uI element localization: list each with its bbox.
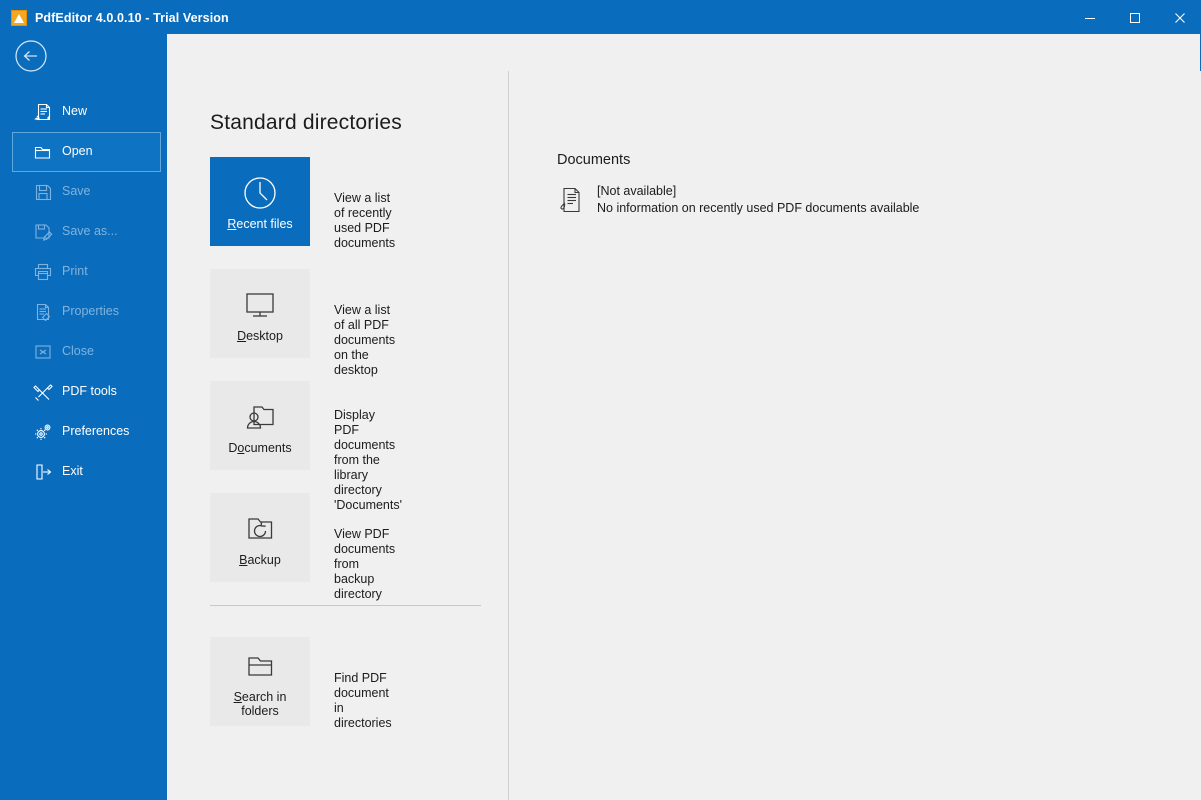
tile-search-in-folders[interactable]: Search in folders <box>210 637 310 726</box>
sidebar-item-close: Close <box>12 332 161 372</box>
sidebar-item-properties: Properties <box>12 292 161 332</box>
tile-description: View PDF documents from backup directory <box>334 527 396 601</box>
sidebar-item-save-as: Save as... <box>12 212 161 252</box>
maximize-icon <box>1129 12 1140 23</box>
maximize-button[interactable] <box>1112 1 1157 34</box>
tile-description: View a list of recently used PDF documen… <box>334 191 396 250</box>
sidebar-item-label: New <box>62 104 88 119</box>
printer-icon <box>32 261 54 283</box>
properties-icon <box>32 301 54 323</box>
tile-desktop[interactable]: Desktop <box>210 269 310 358</box>
sidebar-item-print: Print <box>12 252 161 292</box>
content-area: Standard directories Recent files View a… <box>167 71 1201 800</box>
details-panel: Documents [Not available] No information… <box>509 71 1201 800</box>
sidebar-item-save: Save <box>12 172 161 212</box>
sidebar-item-label: Print <box>62 264 88 279</box>
back-arrow-icon <box>15 40 47 72</box>
tools-icon <box>32 381 54 403</box>
window-controls <box>1067 1 1201 34</box>
back-button[interactable] <box>12 37 50 75</box>
minimize-icon <box>1084 17 1095 19</box>
exit-door-icon <box>32 461 54 483</box>
accel-char: S <box>233 690 242 704</box>
tile-label: Documents <box>228 441 292 455</box>
tile-label: Recent files <box>227 217 293 231</box>
sidebar-item-new[interactable]: New <box>12 92 161 132</box>
sidebar-item-label: PDF tools <box>62 384 117 399</box>
folder-user-icon <box>240 396 280 438</box>
title-bar: PdfEditor 4.0.0.10 - Trial Version <box>1 1 1201 34</box>
application-window: PdfEditor 4.0.0.10 - Trial Version New O… <box>0 0 1201 800</box>
close-button[interactable] <box>1157 1 1201 34</box>
sidebar-item-label: Preferences <box>62 424 130 439</box>
tile-row: Recent files View a list of recently use… <box>210 157 395 251</box>
tile-recent-files[interactable]: Recent files <box>210 157 310 246</box>
tile-backup[interactable]: Backup <box>210 493 310 582</box>
sidebar-item-preferences[interactable]: Preferences <box>12 412 161 452</box>
save-floppy-icon <box>32 181 54 203</box>
tile-description: Find PDF document in directories <box>334 671 392 730</box>
sidebar-item-pdf-tools[interactable]: PDF tools <box>12 372 161 412</box>
monitor-icon <box>240 284 280 326</box>
clock-icon <box>240 172 280 214</box>
tile-label: Search in folders <box>233 690 287 718</box>
tile-documents[interactable]: Documents <box>210 381 310 470</box>
close-icon <box>1174 12 1185 23</box>
tile-description: View a list of all PDF documents on the … <box>334 303 396 377</box>
sidebar-item-label: Save as... <box>62 224 118 239</box>
folder-open-icon <box>240 645 280 687</box>
section-divider <box>210 605 481 606</box>
close-box-icon <box>32 341 54 363</box>
minimize-button[interactable] <box>1067 1 1112 34</box>
sidebar-menu: New Open Save Save as... Print Propertie… <box>1 92 167 492</box>
folder-restore-icon <box>240 508 280 550</box>
pdf-app-icon <box>11 9 27 26</box>
recent-document-entry[interactable]: [Not available] No information on recent… <box>557 183 919 217</box>
sidebar-item-label: Open <box>62 144 93 159</box>
gear-icon <box>32 421 54 443</box>
sidebar-item-label: Save <box>62 184 91 199</box>
sidebar-item-label: Close <box>62 344 94 359</box>
tile-row: Search in folders Find PDF document in d… <box>210 637 392 731</box>
recent-document-name: [Not available] <box>597 184 677 198</box>
save-as-icon <box>32 221 54 243</box>
recent-document-subtitle: No information on recently used PDF docu… <box>597 201 920 215</box>
page-title: Standard directories <box>210 111 402 134</box>
details-title: Documents <box>557 152 631 168</box>
sidebar: New Open Save Save as... Print Propertie… <box>1 34 167 800</box>
open-folder-icon <box>32 141 54 163</box>
tile-row: Backup View PDF documents from backup di… <box>210 493 395 602</box>
pdf-document-icon <box>557 185 585 215</box>
tile-row: Desktop View a list of all PDF documents… <box>210 269 395 378</box>
window-title: PdfEditor 4.0.0.10 - Trial Version <box>35 10 229 25</box>
tile-label: Backup <box>239 553 281 567</box>
tile-label: Desktop <box>237 329 283 343</box>
sidebar-item-open[interactable]: Open <box>12 132 161 172</box>
recent-document-text: [Not available] No information on recent… <box>597 183 919 217</box>
sidebar-item-label: Properties <box>62 304 119 319</box>
sidebar-item-exit[interactable]: Exit <box>12 452 161 492</box>
sidebar-item-label: Exit <box>62 464 83 479</box>
new-document-icon <box>32 101 54 123</box>
accel-char: D <box>237 329 247 343</box>
